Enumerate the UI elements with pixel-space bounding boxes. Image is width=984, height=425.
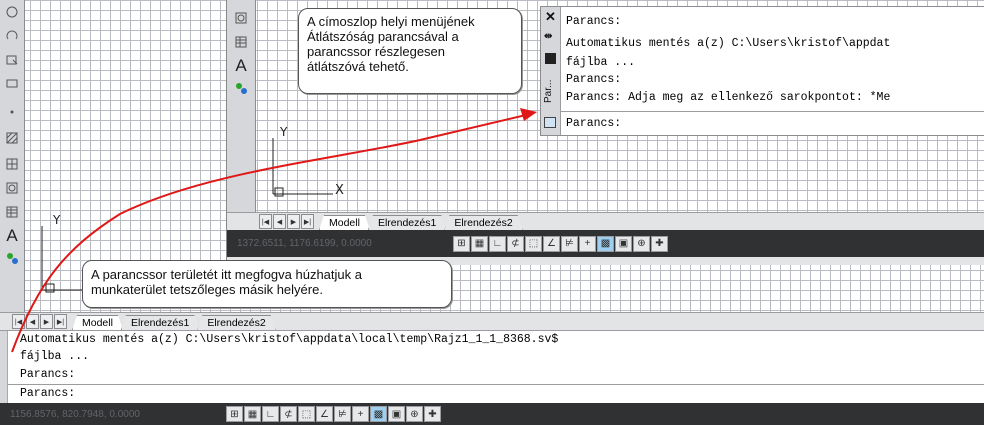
outer-layout-tabbar: |◀ ◀ ▶ ▶| Modell Elrendezés1 Elrendezés2: [0, 312, 984, 330]
docked-command-grip[interactable]: [0, 331, 8, 405]
inner-tool-palette: A: [227, 0, 256, 212]
infer-toggle-icon[interactable]: ⊞: [226, 406, 243, 422]
outer-ucs-y-label: Y: [52, 213, 61, 227]
hatch-tool-icon[interactable]: [3, 130, 21, 146]
qp-toggle-icon[interactable]: ⊕: [406, 406, 423, 422]
grid-toggle-icon[interactable]: ▦: [244, 406, 261, 422]
inner-tab-layout2[interactable]: Elrendezés2: [444, 215, 522, 230]
docked-history-line: Parancs:: [20, 368, 76, 381]
outer-next-tab-button[interactable]: ▶: [40, 314, 53, 329]
sc-toggle-icon[interactable]: ✚: [424, 406, 441, 422]
polar-toggle-icon[interactable]: ⊄: [280, 406, 297, 422]
floating-command-title: Par...: [543, 79, 554, 103]
outer-tab-layout1[interactable]: Elrendezés1: [121, 315, 199, 330]
inner-ortho-toggle-icon[interactable]: ∟: [489, 235, 506, 252]
inner-first-tab-button[interactable]: |◀: [259, 214, 272, 229]
block-make-icon[interactable]: [3, 76, 21, 92]
inner-last-tab-button[interactable]: ▶|: [301, 214, 314, 229]
inner-sc-toggle-icon[interactable]: ✚: [651, 235, 668, 252]
outer-status-bar: 1156.8576, 820.7948, 0.0000 ⊞ ▦ ∟ ⊄ ⬚ ∠ …: [0, 403, 984, 425]
inner-status-bar: 1372.6511, 1176.6199, 0.0000 ⊞ ▦ ∟ ⊄ ⬚ ∠…: [227, 230, 984, 257]
otrack-toggle-icon[interactable]: ∠: [316, 406, 333, 422]
inner-ducs-toggle-icon[interactable]: ⊭: [561, 235, 578, 252]
inner-prev-tab-button[interactable]: ◀: [273, 214, 286, 229]
floating-history-line: fájlba ...: [566, 56, 636, 69]
docked-command-separator: [8, 384, 984, 385]
outer-tab-layout2[interactable]: Elrendezés2: [197, 315, 275, 330]
docked-command-prompt[interactable]: Parancs:: [20, 387, 75, 400]
inner-text-tool-icon[interactable]: A: [232, 56, 250, 75]
text-tool-icon[interactable]: A: [3, 226, 21, 245]
inner-qp-toggle-icon[interactable]: ⊕: [633, 235, 650, 252]
inner-tab-layout1[interactable]: Elrendezés1: [368, 215, 446, 230]
inner-coordinates: 1372.6511, 1176.6199, 0.0000: [237, 238, 372, 249]
inner-region-tool-icon[interactable]: [232, 10, 250, 26]
callout-line: A parancssor területét itt megfogva húzh…: [91, 267, 362, 282]
inner-dyn-toggle-icon[interactable]: +: [579, 235, 596, 252]
close-icon[interactable]: ✕: [545, 9, 556, 25]
callout-line: Átlátszóság parancsával a: [307, 29, 459, 44]
transparency-toggle-icon[interactable]: ▣: [388, 406, 405, 422]
docked-command-line: Automatikus mentés a(z) C:\Users\kristof…: [0, 330, 984, 405]
gradient-tool-icon[interactable]: [3, 156, 21, 172]
settings-icon[interactable]: [545, 53, 556, 64]
outer-last-tab-button[interactable]: ▶|: [54, 314, 67, 329]
callout-line: A címoszlop helyi menüjének: [307, 14, 475, 29]
block-insert-icon[interactable]: [3, 52, 21, 68]
callout-drag-tip: A parancssor területét itt megfogva húzh…: [82, 260, 452, 308]
inner-polar-toggle-icon[interactable]: ⊄: [507, 235, 524, 252]
command-window-icon[interactable]: [544, 117, 556, 128]
inner-otrack-toggle-icon[interactable]: ∠: [543, 235, 560, 252]
outer-first-tab-button[interactable]: |◀: [12, 314, 25, 329]
inner-tab-model[interactable]: Modell: [319, 215, 370, 230]
docked-history-line: fájlba ...: [20, 350, 90, 363]
floating-command-line: ✕ ⇹ Par... Parancs: Automatikus mentés a…: [540, 6, 984, 136]
customize-icon[interactable]: ⇹: [544, 31, 552, 42]
docked-history-line: Automatikus mentés a(z) C:\Users\kristof…: [20, 333, 559, 346]
outer-prev-tab-button[interactable]: ◀: [26, 314, 39, 329]
floating-history-line: Parancs:: [566, 15, 622, 28]
floating-command-prompt[interactable]: Parancs:: [566, 117, 621, 130]
callout-transparency-tip: A címoszlop helyi menüjének Átlátszóság …: [298, 8, 522, 94]
arc-tool-icon[interactable]: [3, 28, 21, 44]
inner-infer-toggle-icon[interactable]: ⊞: [453, 235, 470, 252]
floating-history-line: Parancs: Adja meg az ellenkező sarokpont…: [566, 91, 891, 104]
lineweight-toggle-icon[interactable]: ▩: [370, 406, 387, 422]
inner-table-tool-icon[interactable]: [232, 34, 250, 50]
inner-ucs-x-label: X: [335, 183, 344, 198]
callout-line: átlátszóvá tehető.: [307, 59, 409, 74]
inner-ucs-y-label: Y: [279, 125, 288, 139]
floating-command-titlebar[interactable]: ✕ ⇹ Par...: [541, 7, 561, 135]
outer-coordinates: 1156.8576, 820.7948, 0.0000: [10, 408, 140, 420]
inner-lineweight-toggle-icon[interactable]: ▩: [597, 235, 614, 252]
outer-tool-palette: A: [0, 0, 25, 312]
point-tool-icon[interactable]: [3, 104, 21, 120]
floating-history-line: Parancs:: [566, 73, 622, 86]
outer-tab-model[interactable]: Modell: [72, 315, 123, 330]
callout-line: munkaterület tetszőleges másik helyére.: [91, 282, 323, 297]
inner-transparency-toggle-icon[interactable]: ▣: [615, 235, 632, 252]
inner-add-selected-icon[interactable]: [232, 80, 250, 96]
inner-layout-tabbar: |◀ ◀ ▶ ▶| Modell Elrendezés1 Elrendezés2: [227, 212, 984, 230]
dyn-toggle-icon[interactable]: +: [352, 406, 369, 422]
callout-line: parancssor részlegesen: [307, 44, 446, 59]
ducs-toggle-icon[interactable]: ⊭: [334, 406, 351, 422]
ortho-toggle-icon[interactable]: ∟: [262, 406, 279, 422]
add-selected-icon[interactable]: [3, 250, 21, 266]
inner-osnap-toggle-icon[interactable]: ⬚: [525, 235, 542, 252]
table-tool-icon[interactable]: [3, 204, 21, 220]
region-tool-icon[interactable]: [3, 180, 21, 196]
inner-grid-toggle-icon[interactable]: ▦: [471, 235, 488, 252]
osnap-toggle-icon[interactable]: ⬚: [298, 406, 315, 422]
inner-ucs-icon: Y X: [272, 125, 344, 198]
rotate-tool-icon[interactable]: [3, 4, 21, 20]
floating-history-line: Automatikus mentés a(z) C:\Users\kristof…: [566, 37, 891, 50]
inner-next-tab-button[interactable]: ▶: [287, 214, 300, 229]
floating-command-separator: [561, 111, 984, 112]
